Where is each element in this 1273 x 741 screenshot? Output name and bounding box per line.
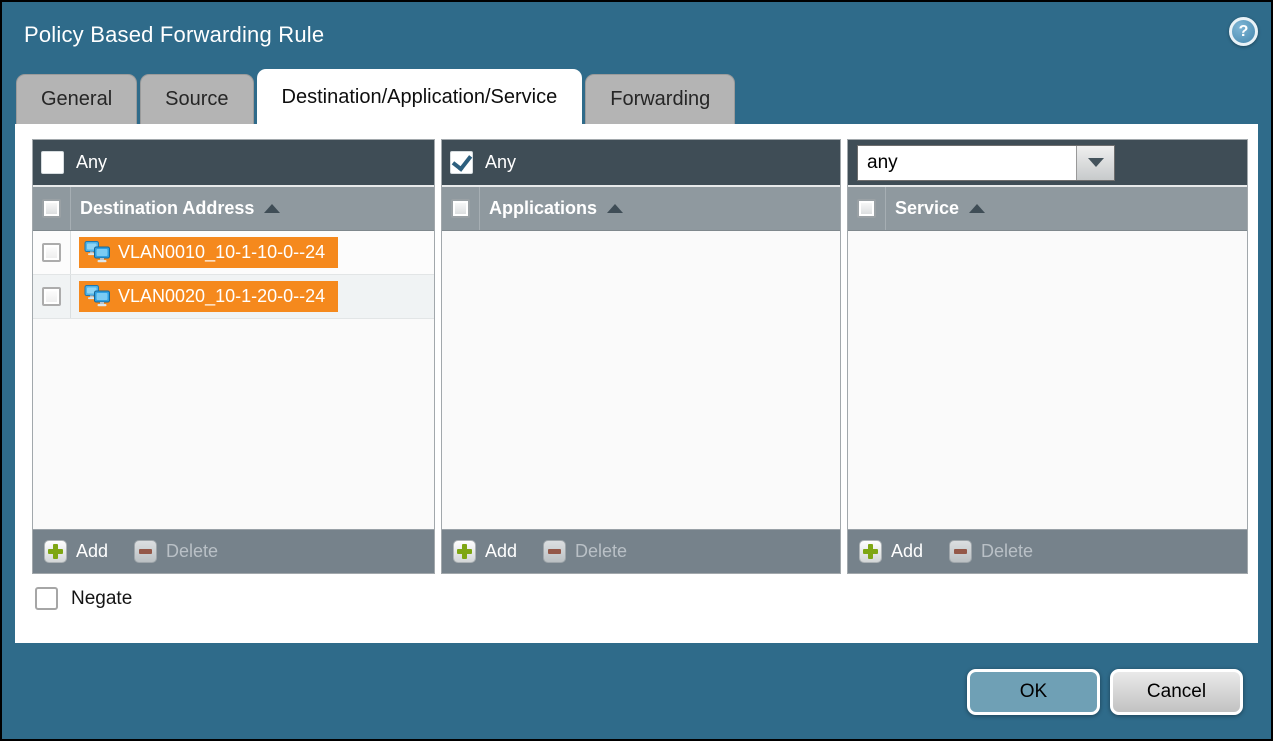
tab-content-panel: Any Destination Address VLA [15,124,1258,643]
network-address-icon [84,284,111,309]
table-row[interactable]: VLAN0010_10-1-10-0--24 [33,231,434,275]
service-type-dropdown-value[interactable]: any [858,146,1076,180]
destination-delete-button[interactable]: Delete [134,540,218,563]
table-row[interactable]: VLAN0020_10-1-20-0--24 [33,275,434,319]
columns-container: Any Destination Address VLA [32,139,1248,574]
tab-general[interactable]: General [16,74,137,124]
negate-row: Negate [35,587,132,610]
page-title: Policy Based Forwarding Rule [24,22,324,48]
network-address-icon [84,240,111,265]
cancel-button[interactable]: Cancel [1110,669,1243,715]
applications-any-row: Any [442,140,840,185]
service-column-header[interactable]: Service [886,198,959,219]
destination-list: VLAN0010_10-1-10-0--24 VLAN0020_10-1-20-… [33,231,434,529]
address-tag-label: VLAN0010_10-1-10-0--24 [118,242,325,263]
add-button-label: Add [485,541,517,562]
delete-icon [543,540,566,563]
service-dropdown-row: any [848,140,1247,185]
applications-select-all-checkbox[interactable] [451,199,470,218]
destination-address-header-row: Destination Address [33,185,434,231]
sort-ascending-icon [607,204,623,213]
delete-button-label: Delete [575,541,627,562]
applications-delete-button[interactable]: Delete [543,540,627,563]
row-checkbox[interactable] [42,287,61,306]
destination-footer: Add Delete [33,529,434,573]
delete-icon [949,540,972,563]
applications-add-button[interactable]: Add [453,540,517,563]
row-checkbox[interactable] [42,243,61,262]
destination-add-button[interactable]: Add [44,540,108,563]
delete-button-label: Delete [981,541,1033,562]
destination-any-row: Any [33,140,434,185]
dialog-buttons: OK Cancel [967,669,1243,715]
negate-checkbox[interactable] [35,587,58,610]
negate-label: Negate [71,588,132,610]
divider [70,231,71,274]
help-icon[interactable]: ? [1229,17,1258,46]
service-add-button[interactable]: Add [859,540,923,563]
tab-forwarding[interactable]: Forwarding [585,74,735,124]
service-column: any Service Add D [847,139,1248,574]
chevron-down-icon [1088,158,1104,167]
service-select-all-checkbox[interactable] [857,199,876,218]
service-list [848,231,1247,529]
applications-header-row: Applications [442,185,840,231]
destination-address-column: Any Destination Address VLA [32,139,435,574]
service-type-dropdown[interactable]: any [857,145,1115,181]
tab-bar: General Source Destination/Application/S… [16,69,735,124]
applications-any-label: Any [485,152,516,173]
sort-ascending-icon [264,204,280,213]
tab-destination-application-service[interactable]: Destination/Application/Service [257,69,583,124]
applications-any-checkbox[interactable] [450,151,473,174]
sort-ascending-icon [969,204,985,213]
dialog-titlebar: Policy Based Forwarding Rule [2,2,1271,68]
divider [70,275,71,318]
service-type-dropdown-button[interactable] [1076,146,1114,180]
destination-select-all-checkbox[interactable] [42,199,61,218]
ok-button[interactable]: OK [967,669,1100,715]
applications-footer: Add Delete [442,529,840,573]
delete-button-label: Delete [166,541,218,562]
delete-icon [134,540,157,563]
service-footer: Add Delete [848,529,1247,573]
address-tag-label: VLAN0020_10-1-20-0--24 [118,286,325,307]
address-tag[interactable]: VLAN0020_10-1-20-0--24 [79,281,338,312]
add-icon [859,540,882,563]
tab-source[interactable]: Source [140,74,253,124]
destination-address-column-header[interactable]: Destination Address [71,198,254,219]
applications-column: Any Applications Add Delete [441,139,841,574]
add-button-label: Add [891,541,923,562]
destination-any-checkbox[interactable] [41,151,64,174]
add-icon [44,540,67,563]
destination-any-label: Any [76,152,107,173]
service-header-row: Service [848,185,1247,231]
add-button-label: Add [76,541,108,562]
add-icon [453,540,476,563]
applications-list [442,231,840,529]
address-tag[interactable]: VLAN0010_10-1-10-0--24 [79,237,338,268]
service-delete-button[interactable]: Delete [949,540,1033,563]
applications-column-header[interactable]: Applications [480,198,597,219]
